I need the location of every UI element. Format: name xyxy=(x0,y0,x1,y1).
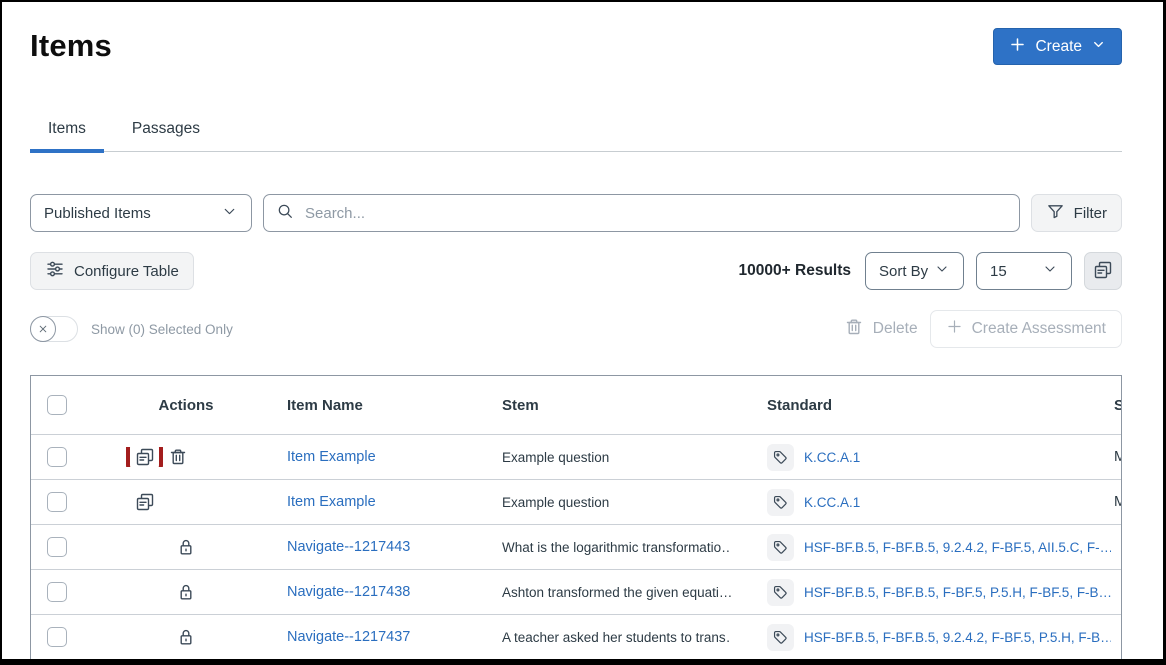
page-size-select[interactable]: 15 xyxy=(976,252,1072,290)
standard-link[interactable]: K.CC.A.1 xyxy=(804,450,860,465)
item-name-link[interactable]: Item Example xyxy=(287,449,376,465)
subject-text: Math xyxy=(1111,449,1121,465)
clear-selection-icon[interactable] xyxy=(30,316,56,342)
filter-button-label: Filter xyxy=(1073,204,1107,222)
table-row: Item Example Example question K.CC.A.1 Math xyxy=(31,479,1121,524)
lock-icon xyxy=(176,627,196,647)
stem-text: What is the logarithmic transformatio… xyxy=(502,539,731,555)
row-checkbox[interactable] xyxy=(47,627,67,647)
copy-icon xyxy=(1093,260,1113,283)
chevron-down-icon xyxy=(934,261,950,281)
funnel-icon xyxy=(1046,202,1065,225)
page-size-value: 15 xyxy=(990,262,1007,280)
table-header-row: Actions Item Name Stem Standard Subject xyxy=(31,376,1121,434)
tab-items[interactable]: Items xyxy=(30,120,104,153)
tab-passages[interactable]: Passages xyxy=(114,120,218,151)
create-assessment-button[interactable]: Create Assessment xyxy=(929,310,1122,348)
items-table: Actions Item Name Stem Standard Subject … xyxy=(30,375,1122,659)
create-assessment-label: Create Assessment xyxy=(971,320,1106,337)
column-header-item-name: Item Name xyxy=(287,396,363,414)
standard-link[interactable]: HSF-BF.B.5, F-BF.B.5, F-BF.5, P.5.H, F-B… xyxy=(804,585,1111,600)
tag-icon xyxy=(767,443,794,471)
item-name-link[interactable]: Navigate--1217438 xyxy=(287,584,410,600)
delete-button-label: Delete xyxy=(872,320,918,337)
column-header-subject: Subject xyxy=(1111,397,1121,414)
search-icon xyxy=(276,202,294,225)
delete-item-button[interactable] xyxy=(168,447,188,467)
tag-icon xyxy=(767,623,794,651)
subject-text: Math xyxy=(1111,494,1121,510)
stem-text: A teacher asked her students to trans… xyxy=(502,629,731,645)
row-checkbox[interactable] xyxy=(47,537,67,557)
plus-icon xyxy=(1009,36,1026,58)
column-header-stem: Stem xyxy=(502,396,539,414)
configure-table-button[interactable]: Configure Table xyxy=(30,252,194,290)
item-name-link[interactable]: Navigate--1217443 xyxy=(287,539,410,555)
row-checkbox[interactable] xyxy=(47,492,67,512)
tab-bar: Items Passages xyxy=(30,120,1122,153)
filter-button[interactable]: Filter xyxy=(1030,194,1122,232)
delete-button[interactable]: Delete xyxy=(844,317,918,342)
page-title: Items xyxy=(30,28,112,63)
copy-pages-button[interactable] xyxy=(1084,252,1122,290)
tag-icon xyxy=(767,578,794,606)
column-header-actions: Actions xyxy=(158,396,214,414)
copy-item-button[interactable] xyxy=(126,447,163,467)
published-items-select[interactable]: Published Items xyxy=(30,194,252,232)
show-selected-label: Show (0) Selected Only xyxy=(91,321,233,337)
trash-icon xyxy=(844,317,864,342)
plus-icon xyxy=(946,318,963,340)
table-row: Navigate--1217438 Ashton transformed the … xyxy=(31,569,1121,614)
column-header-standard: Standard xyxy=(767,396,833,414)
row-checkbox[interactable] xyxy=(47,582,67,602)
create-button-label: Create xyxy=(1035,37,1082,55)
standard-link[interactable]: HSF-BF.B.5, F-BF.B.5, 9.2.4.2, F-BF.5, A… xyxy=(804,540,1111,555)
stem-text: Example question xyxy=(502,494,610,510)
item-name-link[interactable]: Item Example xyxy=(287,494,376,510)
search-box[interactable] xyxy=(263,194,1020,232)
table-row: Navigate--1217437 A teacher asked her stu… xyxy=(31,614,1121,659)
tag-icon xyxy=(767,533,794,561)
row-checkbox[interactable] xyxy=(47,447,67,467)
sort-by-value: Sort By xyxy=(879,262,929,280)
table-body: Item Example Example question K.CC.A.1 Math… xyxy=(31,434,1121,659)
create-button[interactable]: Create xyxy=(993,28,1122,65)
chevron-down-icon xyxy=(1042,261,1058,281)
search-input[interactable] xyxy=(303,203,1007,223)
copy-item-button[interactable] xyxy=(135,492,155,512)
select-all-checkbox[interactable] xyxy=(47,395,67,415)
sliders-icon xyxy=(45,259,65,283)
standard-link[interactable]: HSF-BF.B.5, F-BF.B.5, 9.2.4.2, F-BF.5, P… xyxy=(804,630,1111,645)
lock-icon xyxy=(176,582,196,602)
stem-text: Ashton transformed the given equati… xyxy=(502,584,731,600)
published-items-select-value: Published Items xyxy=(44,204,151,222)
standard-link[interactable]: K.CC.A.1 xyxy=(804,495,860,510)
show-selected-toggle[interactable] xyxy=(30,316,78,342)
table-row: Navigate--1217443 What is the logarithmic… xyxy=(31,524,1121,569)
configure-table-label: Configure Table xyxy=(74,262,179,280)
stem-text: Example question xyxy=(502,449,610,465)
results-count: 10000+ Results xyxy=(738,262,851,279)
app-window: Items Create Items Passages Published It… xyxy=(0,0,1166,665)
lock-icon xyxy=(176,537,196,557)
tag-icon xyxy=(767,488,794,516)
sort-by-select[interactable]: Sort By xyxy=(865,252,964,290)
table-row: Item Example Example question K.CC.A.1 Math xyxy=(31,434,1121,479)
chevron-down-icon xyxy=(221,203,238,224)
item-name-link[interactable]: Navigate--1217437 xyxy=(287,629,410,645)
chevron-down-icon xyxy=(1091,37,1106,57)
